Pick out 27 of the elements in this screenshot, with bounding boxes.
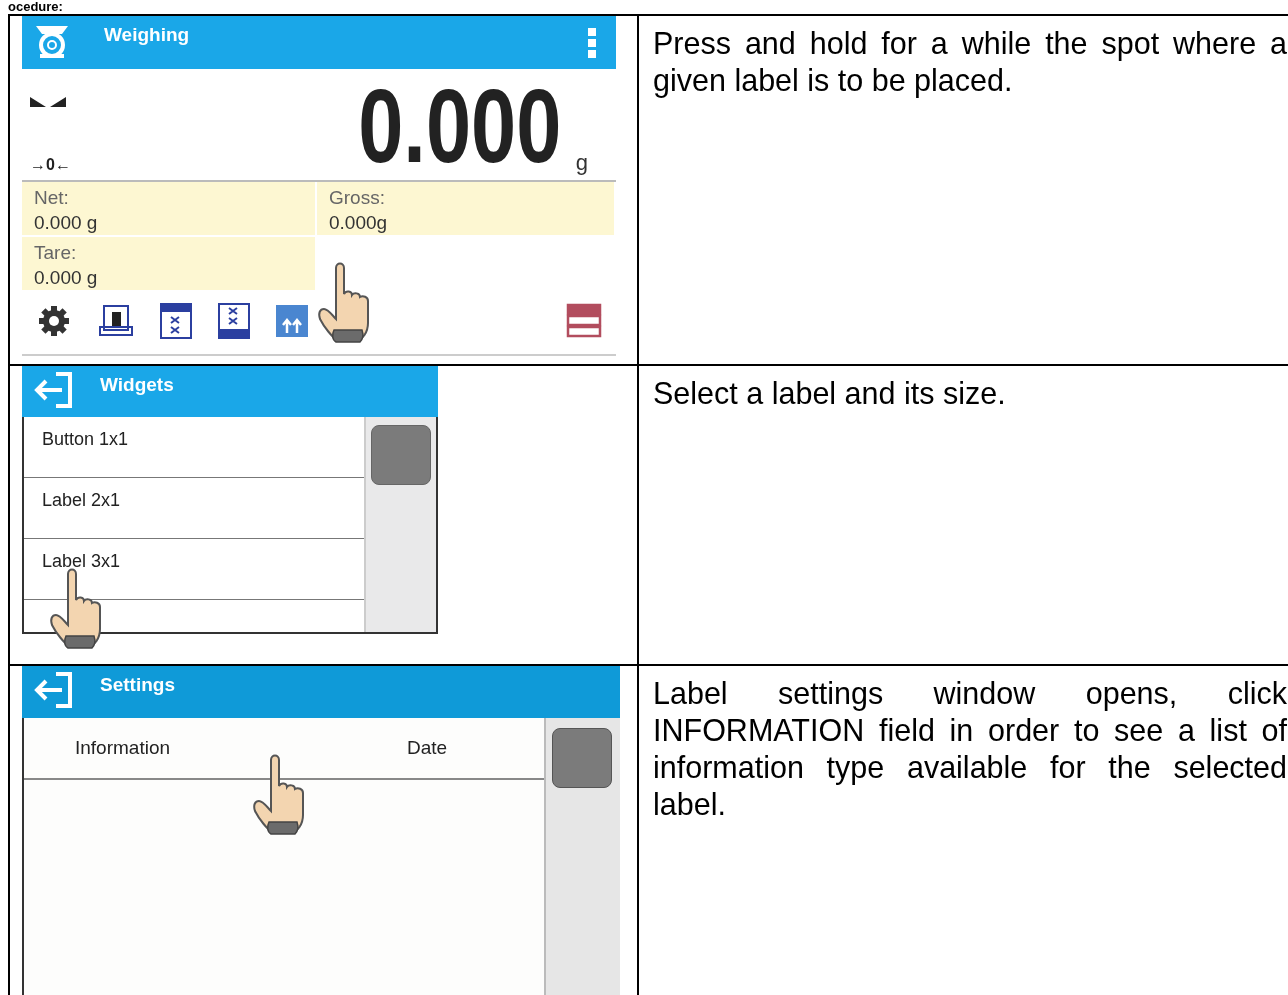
weight-reading: 0.000 [358, 74, 562, 178]
scroll-thumb[interactable] [552, 728, 612, 788]
instruction-text: Press and hold for a while the spot where a given label is to be placed. [652, 25, 1288, 99]
scrollbar[interactable] [546, 718, 620, 995]
section-heading: ocedure: [8, 0, 64, 14]
screen-title: Widgets [100, 373, 174, 396]
scroll-thumb[interactable] [371, 425, 431, 485]
scrollbar[interactable] [366, 417, 436, 632]
table-x-icon[interactable] [218, 302, 250, 339]
arrows-up-icon[interactable] [276, 304, 308, 337]
info-field: Tare: 0.000 g [22, 237, 315, 290]
info-field: Gross: 0.000g [317, 182, 614, 235]
unit-label: g [574, 150, 589, 177]
instruction-text: Select a label and its size. [652, 375, 1007, 412]
zero-indicator: →0← [30, 156, 72, 174]
setting-value: Date [407, 737, 448, 759]
list-item[interactable]: Button 1x1 [24, 417, 364, 478]
list-item[interactable]: Label 2x1 [24, 478, 364, 539]
info-field: Net: 0.000 g [22, 182, 315, 235]
instruction-text: Label settings window opens, click INFORMATION field in order to see a list of information type available for the selected label. [652, 675, 1288, 823]
weight-on-scale-icon[interactable] [98, 302, 134, 339]
screen-title: Settings [100, 673, 175, 696]
server-stack-icon[interactable] [566, 302, 602, 339]
table-x-icon[interactable] [160, 302, 192, 339]
setting-label: Information [74, 737, 172, 759]
menu-icon[interactable] [586, 26, 598, 60]
screen-title: Weighing [104, 23, 190, 46]
